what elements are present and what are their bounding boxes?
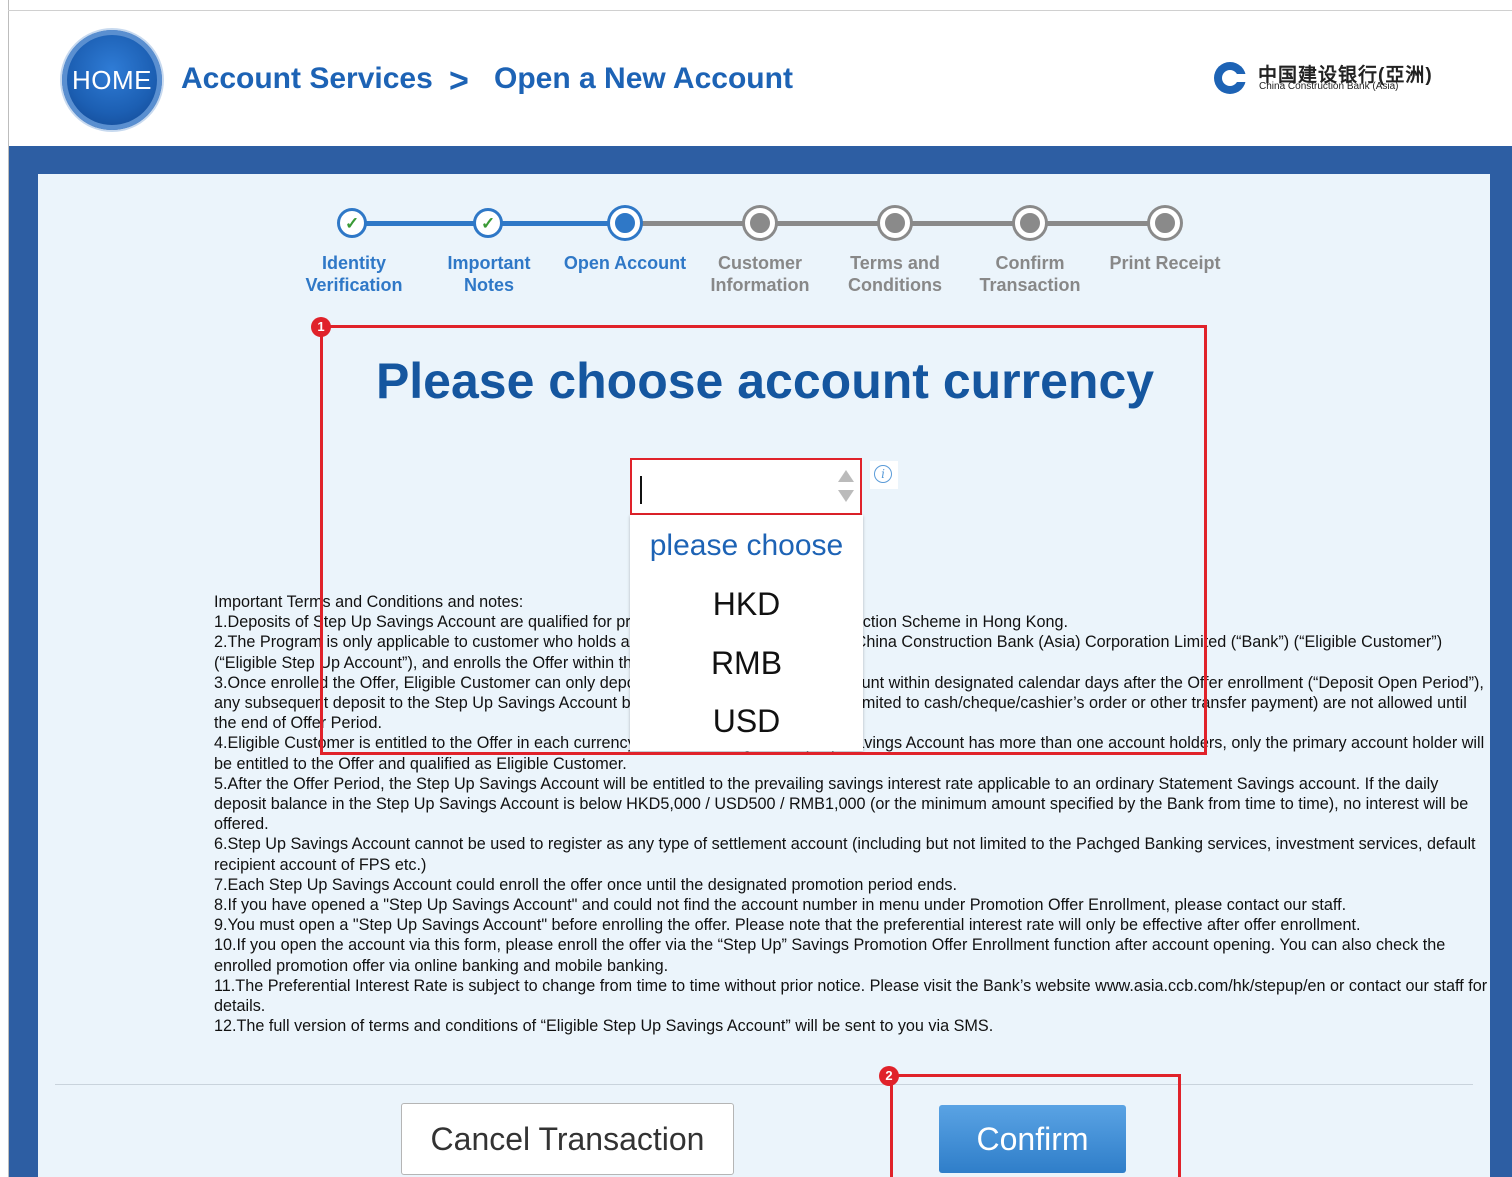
step-label-text: Identity Verification xyxy=(305,253,403,295)
highlight-box-2 xyxy=(890,1074,1181,1177)
step-label-text: Print Receipt xyxy=(1109,253,1221,273)
breadcrumb-account-services[interactable]: Account Services xyxy=(181,62,433,96)
cancel-transaction-button[interactable]: Cancel Transaction xyxy=(401,1103,734,1175)
home-button[interactable]: HOME xyxy=(62,30,162,130)
step-node-terms-and-conditions xyxy=(880,208,910,238)
step-label-terms-and-conditions: Terms and Conditions xyxy=(840,252,950,296)
step-node-print-receipt xyxy=(1150,208,1180,238)
step-label-identity-verification: Identity Verification xyxy=(279,252,429,296)
step-label-text: Customer Information xyxy=(710,253,810,295)
step-label-text: Confirm Transaction xyxy=(979,253,1081,295)
step-label-important-notes: Important Notes xyxy=(429,252,549,296)
annotation-badge-1: 1 xyxy=(311,317,331,337)
step-node-customer-information xyxy=(745,208,775,238)
step-node-important-notes: ✓ xyxy=(473,208,503,238)
terms-item: 10.If you open the account via this form… xyxy=(214,936,1446,975)
bank-name-en: China Construction Bank (Asia) xyxy=(1259,81,1399,92)
terms-item: 11.The Preferential Interest Rate is sub… xyxy=(214,976,1488,1016)
step-label-open-account: Open Account xyxy=(555,252,695,274)
ccb-logo-icon xyxy=(1214,62,1248,94)
step-label-text: Important Notes xyxy=(447,253,531,295)
step-node-open-account xyxy=(610,208,640,238)
step-label-text: Open Account xyxy=(563,253,687,273)
terms-item: 7.Each Step Up Savings Account could enr… xyxy=(214,875,958,894)
terms-item: 8.If you have opened a "Step Up Savings … xyxy=(214,896,1347,915)
step-label-print-receipt: Print Receipt xyxy=(1100,252,1230,274)
breadcrumb-separator: > xyxy=(449,62,469,100)
page: HOME Account Services > Open a New Accou… xyxy=(0,0,1512,1177)
check-icon: ✓ xyxy=(345,214,360,233)
terms-item: 12.The full version of terms and conditi… xyxy=(214,1017,994,1036)
terms-item: 5.After the Offer Period, the Step Up Sa… xyxy=(214,774,1469,834)
terms-item: 9.You must open a "Step Up Savings Accou… xyxy=(214,916,1361,935)
step-node-confirm-transaction xyxy=(1015,208,1045,238)
step-label-customer-information: Customer Information xyxy=(700,252,820,296)
divider xyxy=(55,1084,1473,1085)
step-label-confirm-transaction: Confirm Transaction xyxy=(970,252,1090,296)
breadcrumb-open-new-account: Open a New Account xyxy=(494,62,793,95)
check-icon: ✓ xyxy=(481,214,496,233)
highlight-box-1 xyxy=(320,325,1207,755)
terms-item: 6.Step Up Savings Account cannot be used… xyxy=(214,835,1476,874)
annotation-badge-2: 2 xyxy=(879,1066,899,1086)
step-label-text: Terms and Conditions xyxy=(848,253,942,295)
step-node-identity-verification: ✓ xyxy=(337,208,367,238)
